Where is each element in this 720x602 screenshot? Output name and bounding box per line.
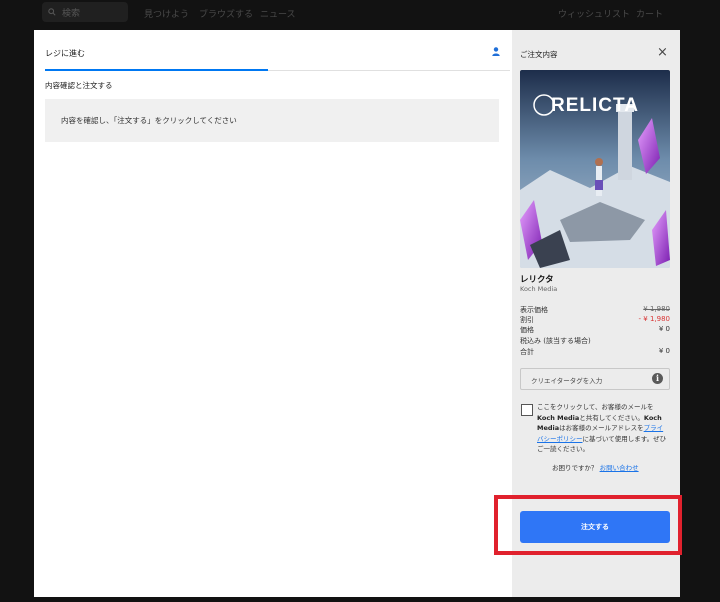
place-order-button[interactable]: 注文する (520, 511, 670, 543)
price-row-total: 合計 ¥ 0 (520, 347, 670, 357)
confirmation-notice: 内容を確認し、「注文する」をクリックしてください (45, 99, 499, 142)
nav-wishlist[interactable]: ウィッシュリスト (558, 7, 630, 20)
net-price-label: 価格 (520, 326, 534, 334)
order-summary-panel: ご注文内容 × RELICTA レリクタ Koch Media 表示価格 ¥ 1… (512, 30, 680, 597)
total-label: 合計 (520, 348, 534, 356)
price-row-discount: 割引 - ¥ 1,980 (520, 315, 670, 325)
help-text: お困りですか？ (552, 464, 598, 472)
creator-tag-placeholder: クリエイタータグを入力 (531, 377, 603, 385)
game-cover-image: RELICTA (520, 70, 670, 268)
store-top-nav: 検索 見つけよう ブラウズする ニュース ウィッシュリスト カート (0, 0, 720, 28)
store-search-input[interactable]: 検索 (42, 2, 128, 22)
tax-label: 税込み (該当する場合) (520, 337, 591, 345)
price-row-list: 表示価格 ¥ 1,980 (520, 305, 670, 315)
active-tab-indicator (45, 69, 268, 71)
publisher-name: Koch Media (520, 285, 558, 293)
nav-cart[interactable]: カート (636, 7, 663, 20)
notice-text: 内容を確認し、「注文する」をクリックしてください (61, 116, 237, 125)
price-row-price: 価格 ¥ 0 (520, 325, 670, 335)
discount-value: - ¥ 1,980 (638, 315, 670, 323)
info-icon[interactable]: i (652, 373, 663, 384)
discount-label: 割引 (520, 316, 534, 324)
total-value: ¥ 0 (658, 347, 670, 355)
contact-link[interactable]: お問い合わせ (600, 464, 639, 472)
email-share-checkbox[interactable] (521, 404, 533, 416)
creator-tag-input[interactable]: クリエイタータグを入力 i (520, 368, 670, 390)
search-placeholder: 検索 (62, 8, 81, 19)
nav-browse[interactable]: ブラウズする (199, 7, 253, 20)
net-price-value: ¥ 0 (658, 325, 670, 333)
price-value: ¥ 1,980 (643, 305, 670, 313)
nav-news[interactable]: ニュース (260, 7, 296, 20)
user-icon[interactable] (492, 47, 500, 56)
checkout-main-panel: レジに進む 内容確認と注文する 内容を確認し、「注文する」をクリックしてください (34, 30, 512, 597)
price-row-tax: 税込み (該当する場合) (520, 336, 670, 346)
search-icon (48, 8, 56, 16)
tab-checkout[interactable]: レジに進む (45, 48, 85, 59)
checkout-modal: レジに進む 内容確認と注文する 内容を確認し、「注文する」をクリックしてください… (34, 30, 680, 597)
summary-title: ご注文内容 (520, 50, 558, 59)
cover-logo-text: RELICTA (551, 95, 639, 116)
price-label: 表示価格 (520, 306, 548, 314)
section-title: 内容確認と注文する (45, 81, 113, 90)
help-line: お困りですか？ お問い合わせ (552, 462, 639, 472)
email-consent-text: ここをクリックして、お客様のメールをKoch Mediaと共有してください。Ko… (537, 403, 667, 453)
close-icon[interactable]: × (657, 46, 668, 59)
checkout-tabbar: レジに進む (45, 30, 510, 71)
nav-discover[interactable]: 見つけよう (144, 7, 189, 20)
game-title: レリクタ (520, 275, 554, 285)
